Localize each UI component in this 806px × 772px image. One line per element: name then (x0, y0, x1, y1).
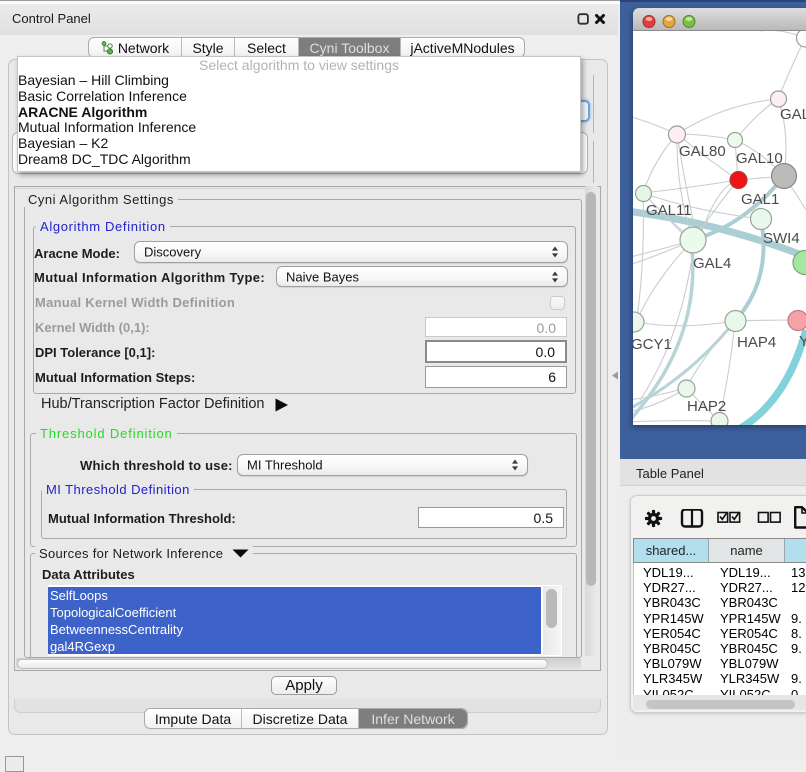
svg-text:GAL80: GAL80 (679, 143, 726, 160)
svg-text:YD: YD (799, 333, 806, 350)
svg-text:HAP4: HAP4 (737, 334, 776, 351)
svg-text:GAL7: GAL7 (780, 106, 806, 123)
svg-text:GAL10: GAL10 (736, 150, 783, 167)
svg-text:GCY1: GCY1 (633, 336, 672, 353)
svg-text:SWI4: SWI4 (763, 230, 800, 247)
svg-text:GAL4: GAL4 (693, 255, 731, 272)
svg-text:GAL1: GAL1 (741, 191, 779, 208)
svg-text:HAP2: HAP2 (687, 398, 726, 415)
svg-text:GAL11: GAL11 (646, 202, 692, 219)
